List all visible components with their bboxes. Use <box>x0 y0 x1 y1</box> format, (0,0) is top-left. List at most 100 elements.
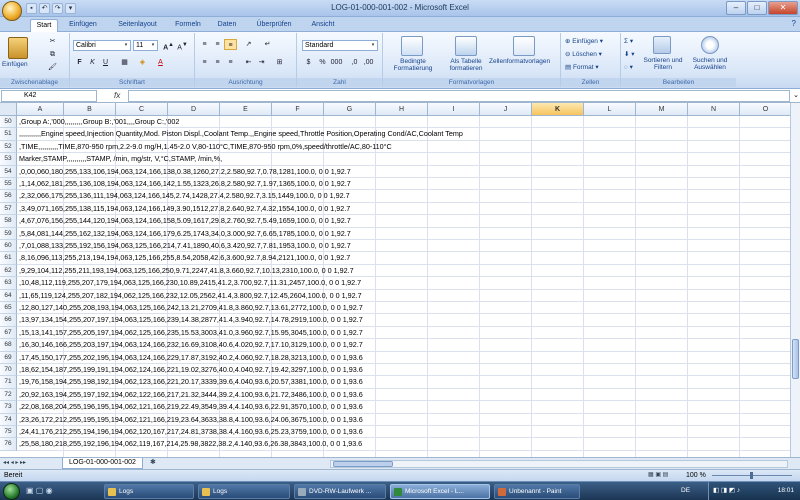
wrap-text-icon[interactable]: ↵ <box>261 39 274 50</box>
increase-decimal-icon[interactable]: ,0 <box>348 57 361 68</box>
tab-einfuegen[interactable]: Einfügen <box>64 19 102 32</box>
cell-a-row[interactable]: ,9,29,104,112,255,211,193,194,063,125,16… <box>19 265 354 277</box>
font-color-icon[interactable]: A <box>154 57 167 68</box>
tray-icons[interactable]: ◧ ◨ ◩ ♪ <box>713 482 740 500</box>
column-header-d[interactable]: D <box>168 103 220 116</box>
row-header[interactable]: 53 <box>0 153 17 166</box>
column-header-b[interactable]: B <box>64 103 116 116</box>
start-button[interactable] <box>3 483 20 500</box>
merge-center-icon[interactable]: ⊞ <box>273 57 286 68</box>
fill-icon[interactable]: ⬇ ▾ <box>624 50 635 58</box>
cell-a-row[interactable]: ,11,65,119,124,255,207,182,194,062,125,1… <box>19 290 362 302</box>
cell-a-row[interactable]: ,8,16,096,113,255,213,194,194,063,125,16… <box>19 252 350 264</box>
minimize-button[interactable]: – <box>726 1 746 15</box>
align-bottom-icon[interactable]: ≡ <box>224 39 237 50</box>
decrease-indent-icon[interactable]: ⇤ <box>242 57 255 68</box>
cell-a-row[interactable]: ,5,84,081,144,255,162,132,194,063,124,16… <box>19 228 351 240</box>
taskbar-item-logs-2[interactable]: Logs <box>198 484 290 499</box>
vertical-scroll-thumb[interactable] <box>792 339 799 379</box>
sheet-nav-icons[interactable]: ◂◂ ◂ ▸ ▸▸ <box>3 459 26 466</box>
cell-a-row[interactable]: ,13,97,134,154,255,207,197,194,063,125,1… <box>19 314 363 326</box>
office-button[interactable] <box>2 1 22 21</box>
autosum-icon[interactable]: Σ ▾ <box>624 37 633 45</box>
row-header[interactable]: 64 <box>0 289 17 302</box>
row-header[interactable]: 51 <box>0 128 17 141</box>
column-header-k[interactable]: K <box>532 103 584 116</box>
tab-ansicht[interactable]: Ansicht <box>305 19 341 32</box>
align-center-icon[interactable]: ≡ <box>211 57 224 68</box>
cell-a-row[interactable]: ,4,67,076,156,255,144,120,194,063,124,16… <box>19 215 351 227</box>
align-top-icon[interactable]: ≡ <box>198 39 211 50</box>
close-button[interactable]: ✕ <box>768 1 798 15</box>
increase-indent-icon[interactable]: ⇥ <box>255 57 268 68</box>
bold-icon[interactable]: F <box>73 57 86 68</box>
cell-a-row[interactable]: ,20,92,163,194,255,197,192,194,062,122,1… <box>19 389 363 401</box>
sheet-tab[interactable]: LOG-01-000-001-002 <box>62 458 143 469</box>
delete-cells-button[interactable]: ⊖ Löschen ▾ <box>565 50 602 58</box>
clock[interactable]: 18:01 <box>778 482 794 500</box>
cell-a-row[interactable]: ,18,62,154,187,255,199,191,194,062,124,1… <box>19 364 363 376</box>
paste-icon[interactable] <box>8 37 28 59</box>
format-as-table-icon[interactable] <box>455 36 477 56</box>
insert-sheet-icon[interactable]: ✱ <box>150 458 156 466</box>
taskbar-item-excel[interactable]: Microsoft Excel - L... <box>390 484 490 499</box>
cell-a-row[interactable]: ,19,76,158,194,255,198,192,194,062,123,1… <box>19 376 363 388</box>
row-header[interactable]: 52 <box>0 140 17 154</box>
cell-a-row[interactable]: ,12,80,127,140,255,208,193,194,063,125,1… <box>19 302 363 314</box>
row-header[interactable]: 58 <box>0 215 17 228</box>
column-header-h[interactable]: H <box>376 103 428 116</box>
currency-icon[interactable]: $ <box>302 57 315 68</box>
cell-a-row[interactable]: ,16,30,146,166,255,203,197,194,063,124,1… <box>19 339 363 351</box>
tab-seitenlayout[interactable]: Seitenlayout <box>110 19 165 32</box>
row-header[interactable]: 57 <box>0 202 17 216</box>
find-select-button[interactable]: Suchen und Auswählen <box>687 57 733 71</box>
cell-a-row[interactable]: ,1,14,062,181,255,136,108,194,063,124,16… <box>19 178 351 190</box>
row-header[interactable]: 55 <box>0 178 17 191</box>
row-header[interactable]: 50 <box>0 116 17 129</box>
row-header[interactable]: 65 <box>0 302 17 315</box>
cell-a-row[interactable]: ,0,00,060,180,255,133,106,194,063,124,16… <box>19 166 351 178</box>
taskbar-item-paint[interactable]: Unbenannt - Paint <box>494 484 580 499</box>
row-header[interactable]: 73 <box>0 401 17 414</box>
clear-icon[interactable]: ◌ ▾ <box>624 63 633 71</box>
cell-a-row[interactable]: ,17,45,150,177,255,202,195,194,063,124,1… <box>19 352 363 364</box>
insert-cells-button[interactable]: ⊕ Einfügen ▾ <box>565 37 603 45</box>
tab-start[interactable]: Start <box>30 19 58 32</box>
find-select-icon[interactable] <box>701 36 719 54</box>
column-header-o[interactable]: O <box>740 103 790 116</box>
row-header[interactable]: 61 <box>0 252 17 265</box>
horizontal-scrollbar[interactable] <box>330 460 788 468</box>
row-header[interactable]: 68 <box>0 339 17 352</box>
column-header-i[interactable]: I <box>428 103 480 116</box>
column-header-c[interactable]: C <box>116 103 168 116</box>
name-box[interactable]: K42 <box>1 90 97 102</box>
row-header[interactable]: 63 <box>0 277 17 290</box>
expand-formula-icon[interactable]: ⌄ <box>793 91 799 99</box>
column-header-g[interactable]: G <box>324 103 376 116</box>
percent-icon[interactable]: % <box>316 57 329 68</box>
copy-icon[interactable]: ⧉ <box>46 49 59 60</box>
row-header[interactable]: 71 <box>0 376 17 389</box>
cell-styles-button[interactable]: Zellenformatvorlagen <box>489 58 550 65</box>
cell-a-row[interactable]: ,Group A:,'000,,,,,,,,,Group B:,'001,,,,… <box>19 116 179 128</box>
conditional-formatting-button[interactable]: Bedingte Formatierung <box>387 58 439 72</box>
font-name-combo[interactable]: Calibri ▾ <box>73 40 131 51</box>
maximize-button[interactable]: □ <box>747 1 767 15</box>
format-cells-button[interactable]: ▤ Format ▾ <box>565 63 599 71</box>
fx-icon[interactable]: fx <box>114 91 120 100</box>
row-header[interactable]: 67 <box>0 326 17 340</box>
thousands-icon[interactable]: 000 <box>330 57 343 68</box>
cell-a-row[interactable]: ,15,13,141,157,255,205,197,194,062,125,1… <box>19 327 363 339</box>
row-header[interactable]: 66 <box>0 314 17 327</box>
row-header[interactable]: 69 <box>0 351 17 364</box>
row-header[interactable]: 62 <box>0 264 17 278</box>
align-left-icon[interactable]: ≡ <box>198 57 211 68</box>
cell-a-row[interactable]: ,24,41,176,212,255,194,196,194,062,120,1… <box>19 426 363 438</box>
align-middle-icon[interactable]: ≡ <box>211 39 224 50</box>
column-header-n[interactable]: N <box>688 103 740 116</box>
row-header[interactable]: 54 <box>0 165 17 178</box>
cell-a-row[interactable]: ,10,48,112,119,255,207,179,194,063,125,1… <box>19 277 361 289</box>
taskbar-item-dvd[interactable]: DVD-RW-Laufwerk ... <box>294 484 386 499</box>
shrink-font-icon[interactable]: A▼ <box>176 40 189 51</box>
view-buttons[interactable]: ▦ ▣ ▤ <box>648 470 668 481</box>
